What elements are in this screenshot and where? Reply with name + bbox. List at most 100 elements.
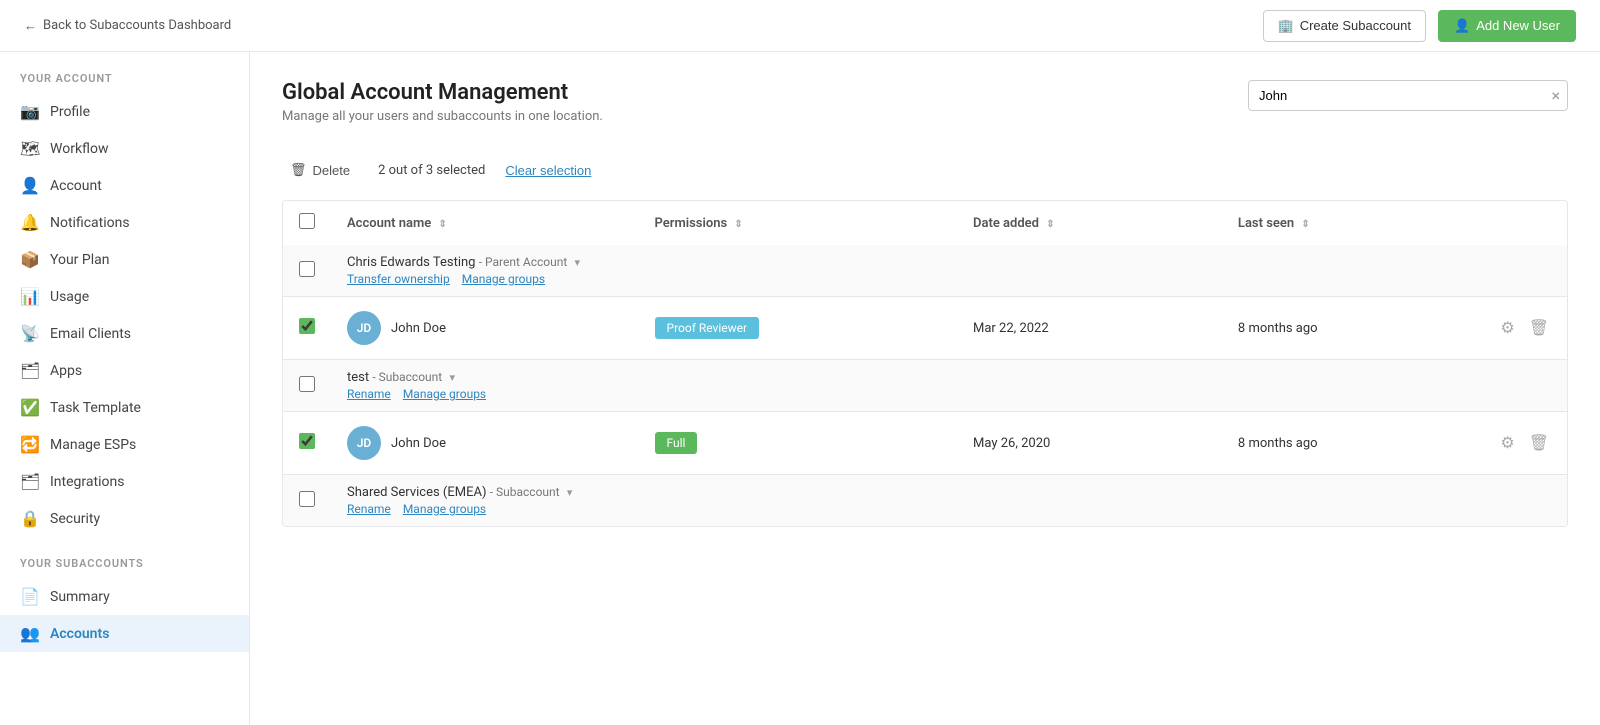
permission-badge: Proof Reviewer xyxy=(655,317,760,339)
sidebar-item-summary[interactable]: 📄 Summary xyxy=(0,578,249,615)
search-clear-button[interactable]: × xyxy=(1551,88,1560,104)
sidebar-item-your-plan[interactable]: 📦 Your Plan xyxy=(0,241,249,278)
user-cell: JD John Doe xyxy=(347,311,623,345)
sort-date-added-icon[interactable]: ⇕ xyxy=(1046,219,1054,230)
delete-label: Delete xyxy=(313,163,351,178)
group-link[interactable]: Rename xyxy=(347,387,391,401)
page-subtitle: Manage all your users and subaccounts in… xyxy=(282,109,603,124)
sidebar-icon-task-template: ✅ xyxy=(20,398,40,417)
sidebar-item-usage[interactable]: 📊 Usage xyxy=(0,278,249,315)
last-seen-value: 8 months ago xyxy=(1238,436,1318,451)
sidebar-item-manage-esps[interactable]: 🔁 Manage ESPs xyxy=(0,426,249,463)
back-label: Back to Subaccounts Dashboard xyxy=(43,18,231,33)
delete-button[interactable]: 🗑 Delete xyxy=(282,158,358,182)
group-link[interactable]: Rename xyxy=(347,502,391,516)
sort-last-seen-icon[interactable]: ⇕ xyxy=(1301,219,1309,230)
user-permission-cell: Proof Reviewer xyxy=(639,297,957,360)
add-new-user-button[interactable]: 👤 Add New User xyxy=(1438,10,1576,42)
page-title: Global Account Management xyxy=(282,80,603,105)
layout: Your Account 📷 Profile 🗺 Workflow 👤 Acco… xyxy=(0,52,1600,725)
sidebar-item-integrations[interactable]: 🗂 Integrations xyxy=(0,463,249,500)
avatar: JD xyxy=(347,311,381,345)
sidebar-icon-notifications: 🔔 xyxy=(20,213,40,232)
create-subaccount-label: Create Subaccount xyxy=(1300,18,1411,33)
trash-icon: 🗑 xyxy=(290,162,307,178)
group-info-cell: Shared Services (EMEA) - Subaccount ▾ Re… xyxy=(331,475,1567,527)
delete-row-button[interactable]: 🗑 xyxy=(1527,431,1551,455)
sidebar-icon-security: 🔒 xyxy=(20,509,40,528)
group-links: Rename Manage groups xyxy=(347,387,1551,401)
sidebar-label-manage-esps: Manage ESPs xyxy=(50,437,136,453)
user-date-added-cell: May 26, 2020 xyxy=(957,412,1222,475)
group-links: Rename Manage groups xyxy=(347,502,1551,516)
sidebar-icon-your-plan: 📦 xyxy=(20,250,40,269)
group-type: - Parent Account xyxy=(479,255,568,269)
group-checkbox-2[interactable] xyxy=(299,491,315,507)
date-added-value: Mar 22, 2022 xyxy=(973,321,1049,336)
topbar-actions: 🏢 Create Subaccount 👤 Add New User xyxy=(1263,10,1576,42)
page-header: Global Account Management Manage all you… xyxy=(282,80,1568,124)
sidebar-label-task-template: Task Template xyxy=(50,400,141,416)
sort-account-name-icon[interactable]: ⇕ xyxy=(438,219,446,230)
table-row: test - Subaccount ▾ Rename Manage groups xyxy=(283,360,1567,412)
sidebar-label-your-plan: Your Plan xyxy=(50,252,109,268)
sidebar-item-account[interactable]: 👤 Account xyxy=(0,167,249,204)
sidebar-icon-apps: 🗂 xyxy=(20,361,40,380)
row-actions: ⚙ 🗑 xyxy=(1498,431,1551,455)
group-name: test - Subaccount ▾ xyxy=(347,370,1551,385)
search-wrapper: × xyxy=(1248,80,1568,111)
user-checkbox-0-0[interactable] xyxy=(299,318,315,334)
sidebar-item-accounts[interactable]: 👥 Accounts xyxy=(0,615,249,652)
select-all-checkbox[interactable] xyxy=(299,213,315,229)
sidebar-label-profile: Profile xyxy=(50,104,90,120)
sidebar-item-apps[interactable]: 🗂 Apps xyxy=(0,352,249,389)
user-name: John Doe xyxy=(391,321,446,336)
back-link[interactable]: ← Back to Subaccounts Dashboard xyxy=(24,18,231,34)
sidebar-icon-usage: 📊 xyxy=(20,287,40,306)
sidebar-label-integrations: Integrations xyxy=(50,474,124,490)
sidebar-label-summary: Summary xyxy=(50,589,110,605)
user-plus-icon: 👤 xyxy=(1454,18,1470,34)
sidebar-icon-integrations: 🗂 xyxy=(20,472,40,491)
create-subaccount-button[interactable]: 🏢 Create Subaccount xyxy=(1263,10,1426,42)
sidebar-item-notifications[interactable]: 🔔 Notifications xyxy=(0,204,249,241)
group-link[interactable]: Manage groups xyxy=(462,272,545,286)
group-link[interactable]: Manage groups xyxy=(403,502,486,516)
group-checkbox-1[interactable] xyxy=(299,376,315,392)
chevron-down-icon[interactable]: ▾ xyxy=(575,256,581,269)
group-links: Transfer ownership Manage groups xyxy=(347,272,1551,286)
user-name-cell: JD John Doe xyxy=(331,412,639,475)
sidebar-icon-profile: 📷 xyxy=(20,102,40,121)
your-subaccounts-label: Your Subaccounts xyxy=(0,557,249,578)
group-checkbox-0[interactable] xyxy=(299,261,315,277)
chevron-down-icon[interactable]: ▾ xyxy=(449,371,455,384)
user-name-cell: JD John Doe xyxy=(331,297,639,360)
user-actions-cell: ⚙ 🗑 xyxy=(1482,412,1567,475)
group-name: Chris Edwards Testing - Parent Account ▾ xyxy=(347,255,1551,270)
sidebar-item-profile[interactable]: 📷 Profile xyxy=(0,93,249,130)
sidebar-item-task-template[interactable]: ✅ Task Template xyxy=(0,389,249,426)
settings-button[interactable]: ⚙ xyxy=(1498,316,1516,340)
table-row: Shared Services (EMEA) - Subaccount ▾ Re… xyxy=(283,475,1567,527)
sidebar-label-apps: Apps xyxy=(50,363,82,379)
clear-selection-button[interactable]: Clear selection xyxy=(505,163,591,178)
sidebar: Your Account 📷 Profile 🗺 Workflow 👤 Acco… xyxy=(0,52,250,725)
delete-row-button[interactable]: 🗑 xyxy=(1527,316,1551,340)
sidebar-item-security[interactable]: 🔒 Security xyxy=(0,500,249,537)
search-input[interactable] xyxy=(1248,80,1568,111)
sidebar-label-usage: Usage xyxy=(50,289,89,305)
group-name: Shared Services (EMEA) - Subaccount ▾ xyxy=(347,485,1551,500)
settings-button[interactable]: ⚙ xyxy=(1498,431,1516,455)
chevron-down-icon[interactable]: ▾ xyxy=(567,486,573,499)
sidebar-item-email-clients[interactable]: 📡 Email Clients xyxy=(0,315,249,352)
sort-permissions-icon[interactable]: ⇕ xyxy=(734,219,742,230)
col-last-seen: Last seen ⇕ xyxy=(1222,201,1482,245)
sidebar-item-workflow[interactable]: 🗺 Workflow xyxy=(0,130,249,167)
group-link[interactable]: Manage groups xyxy=(403,387,486,401)
group-link[interactable]: Transfer ownership xyxy=(347,272,450,286)
col-last-seen-label: Last seen xyxy=(1238,216,1294,231)
col-account-name-label: Account name xyxy=(347,216,431,231)
user-permission-cell: Full xyxy=(639,412,957,475)
group-info-cell: test - Subaccount ▾ Rename Manage groups xyxy=(331,360,1567,412)
user-checkbox-1-0[interactable] xyxy=(299,433,315,449)
